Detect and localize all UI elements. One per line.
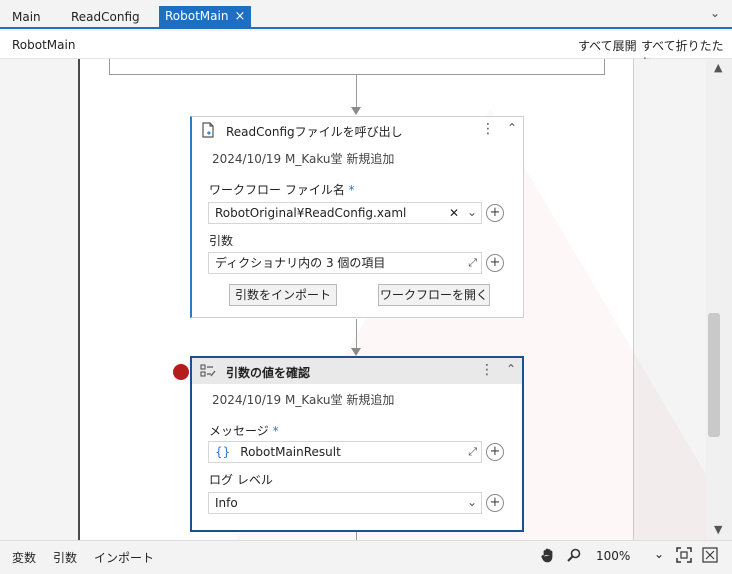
chevron-down-icon[interactable]: ⌄ [467,492,477,512]
workflow-file-label: ワークフロー ファイル名 * [209,181,355,198]
workflow-file-label-text: ワークフロー ファイル名 [209,183,345,197]
arguments-field[interactable]: ディクショナリ内の 3 個の項目 ⤢ [208,252,482,274]
expand-editor-icon[interactable]: ⤢ [468,253,477,273]
tab-main-label: Main [12,10,41,24]
connector-line [356,532,357,540]
connector-line [356,75,357,109]
add-expression-icon[interactable]: + [486,204,504,222]
scroll-up-icon[interactable]: ▲ [714,61,722,74]
log-message-icon [200,363,216,379]
connector-arrow [351,107,361,115]
arguments-value: ディクショナリ内の 3 個の項目 [215,256,386,270]
imports-tab[interactable]: インポート [94,549,154,566]
import-arguments-button[interactable]: 引数をインポート [229,284,337,306]
add-argument-icon[interactable]: + [486,254,504,272]
activity-title: 引数の値を確認 [226,366,311,380]
activity-header: 引数の値を確認 ⋮ ⌃ [192,358,522,384]
zoom-level[interactable]: 100% [596,549,630,563]
fit-to-screen-icon[interactable] [676,547,692,567]
required-mark: * [272,424,279,438]
invoke-workflow-activity[interactable]: ReadConfigファイルを呼び出し ⋮ ⌃ 2024/10/19 M_Kak… [190,116,524,318]
breadcrumb: RobotMain [12,38,76,52]
hand-pan-icon[interactable] [540,547,556,567]
connector-arrow [351,348,361,356]
tab-robotmain[interactable]: RobotMain × [159,6,252,29]
activity-title: ReadConfigファイルを呼び出し [226,125,403,139]
expand-all-link[interactable]: すべて展開 [578,37,637,54]
tab-readconfig-label: ReadConfig [71,10,140,24]
open-workflow-button[interactable]: ワークフローを開く [378,284,490,306]
collapse-activity-icon[interactable]: ⌃ [507,121,517,135]
tab-main[interactable]: Main [12,7,41,29]
collapse-activity-icon[interactable]: ⌃ [506,362,516,376]
breakpoint-icon[interactable] [173,364,189,380]
bottom-toolbar: 変数 引数 インポート 100% ⌄ [0,540,732,574]
scroll-down-icon[interactable]: ▼ [714,523,722,536]
variables-tab[interactable]: 変数 [12,549,36,566]
more-options-icon[interactable]: ⋮ [481,121,495,137]
tab-robotmain-label: RobotMain [165,9,229,23]
clear-icon[interactable]: ✕ [449,203,459,223]
previous-activity[interactable] [109,59,605,75]
workflow-file-value: RobotOriginal¥ReadConfig.xaml [215,206,407,220]
required-mark: * [348,183,355,197]
log-level-value: Info [215,496,238,510]
designer-header: RobotMain すべて展開 すべて折りたたむ [0,31,732,70]
arguments-label: 引数 [209,234,234,248]
zoom-icon[interactable] [566,547,582,567]
message-label-text: メッセージ [209,424,269,438]
close-icon[interactable]: × [234,7,245,27]
annotation-text: 2024/10/19 M_Kaku堂 新規追加 [212,152,395,166]
message-label: メッセージ * [209,422,279,439]
tab-list-chevron-icon[interactable]: ⌄ [710,6,720,20]
braces-icon: {} [215,445,231,459]
add-expression-icon[interactable]: + [486,494,504,512]
log-level-select[interactable]: Info ⌄ [208,492,482,514]
activity-header: ReadConfigファイルを呼び出し ⋮ ⌃ [192,117,523,143]
vertical-scrollbar[interactable]: ▲ ▼ [706,59,732,540]
more-options-icon[interactable]: ⋮ [480,362,494,378]
workflow-file-field[interactable]: RobotOriginal¥ReadConfig.xaml ✕ ⌄ [208,202,482,224]
arguments-tab[interactable]: 引数 [53,549,77,566]
tab-readconfig[interactable]: ReadConfig [71,7,140,29]
expand-editor-icon[interactable]: ⤢ [468,442,477,462]
scroll-thumb[interactable] [708,313,720,437]
log-message-activity[interactable]: 引数の値を確認 ⋮ ⌃ 2024/10/19 M_Kaku堂 新規追加 メッセー… [190,356,524,532]
zoom-dropdown-icon[interactable]: ⌄ [654,547,664,561]
message-field[interactable]: {} RobotMainResult ⤢ [208,441,482,463]
log-level-label: ログ レベル [209,473,273,487]
overview-icon[interactable] [702,547,718,567]
message-value: RobotMainResult [240,445,341,459]
add-expression-icon[interactable]: + [486,443,504,461]
chevron-down-icon[interactable]: ⌄ [467,202,477,222]
tab-bar: Main ReadConfig RobotMain × ⌄ [0,0,732,29]
connector-line [356,319,357,349]
annotation-text: 2024/10/19 M_Kaku堂 新規追加 [212,393,395,407]
designer-canvas[interactable]: ReadConfigファイルを呼び出し ⋮ ⌃ 2024/10/19 M_Kak… [0,59,706,540]
invoke-file-icon [200,122,216,138]
